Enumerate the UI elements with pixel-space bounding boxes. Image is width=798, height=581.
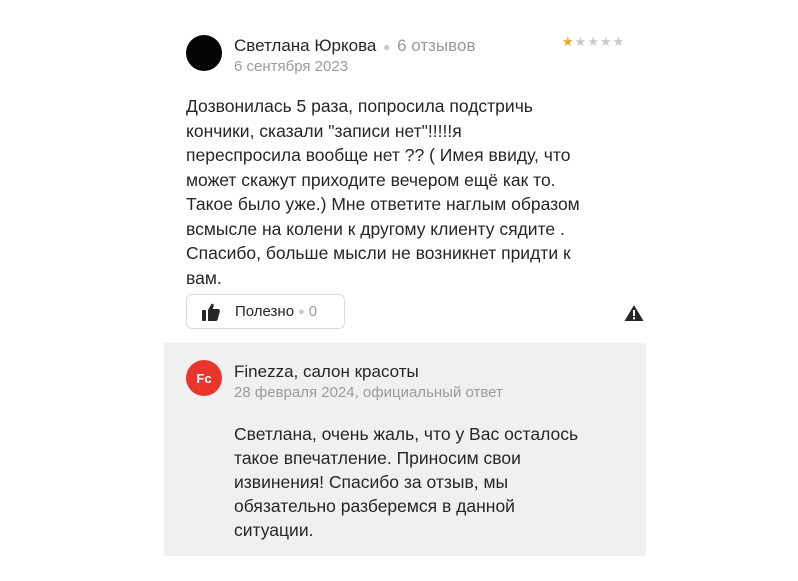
reply-text: Светлана, очень жаль, что у Вас осталось… <box>234 424 579 540</box>
author-name[interactable]: Светлана Юркова <box>234 36 376 55</box>
review-date: 6 сентября 2023 <box>234 58 349 75</box>
star-empty-icon: ★ <box>599 34 613 49</box>
user-avatar[interactable] <box>186 35 222 71</box>
star-filled-icon: ★ <box>562 34 575 49</box>
useful-button[interactable]: Полезно ● 0 <box>186 294 345 329</box>
review-count[interactable]: 6 отзывов <box>397 36 475 55</box>
useful-label: Полезно <box>235 303 295 320</box>
rating-stars: ★★★★★ <box>562 35 625 49</box>
useful-count: 0 <box>308 303 318 320</box>
star-empty-icon: ★ <box>612 34 626 49</box>
separator-dot: ● <box>298 305 305 318</box>
business-logo[interactable]: Fc <box>186 360 222 396</box>
thumbs-up-icon <box>202 303 220 321</box>
business-name[interactable]: Finezza, салон красоты <box>234 362 419 382</box>
star-empty-icon: ★ <box>574 34 588 49</box>
separator-dot: ● <box>383 39 391 54</box>
review-card: Светлана Юркова ● 6 отзывов 6 сентября 2… <box>0 0 798 581</box>
author-line: Светлана Юркова ● 6 отзывов <box>234 35 475 58</box>
reply-meta: 28 февраля 2024, официальный ответ <box>234 384 503 401</box>
warning-triangle-icon[interactable] <box>624 304 644 322</box>
star-empty-icon: ★ <box>587 34 600 49</box>
review-text: Дозвонилась 5 раза, попросила подстричь … <box>186 96 580 288</box>
